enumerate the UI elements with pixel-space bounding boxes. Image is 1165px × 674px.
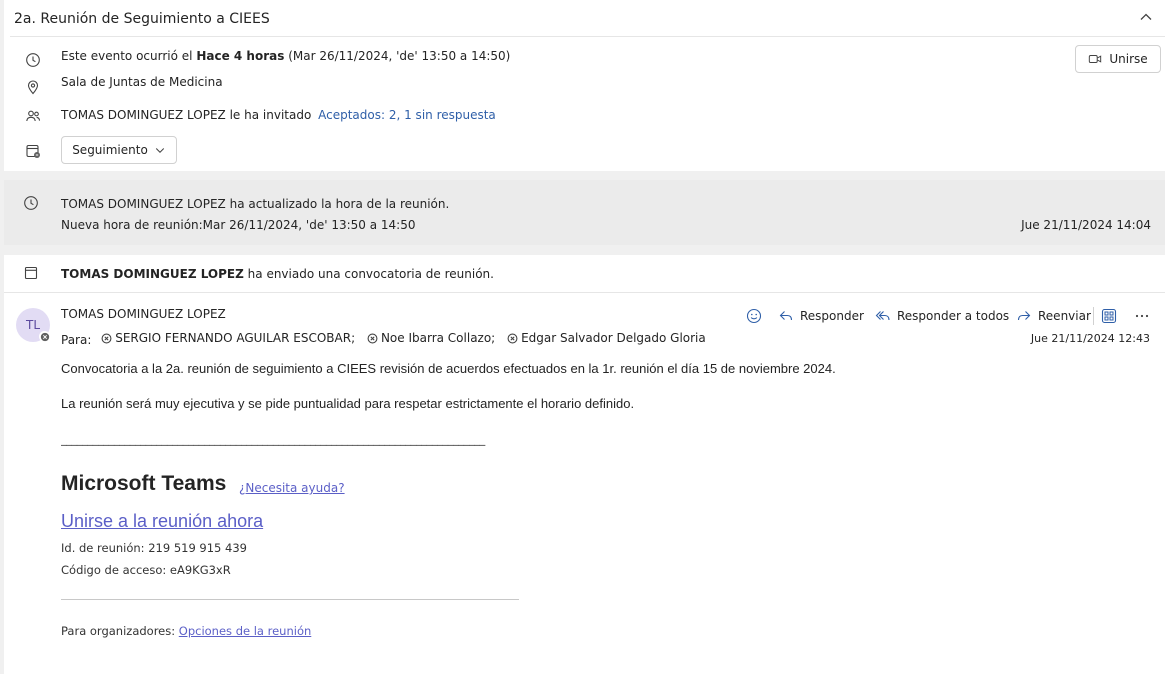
event-card: 2a. Reunión de Seguimiento a CIEES Este … bbox=[4, 0, 1165, 171]
update-new-time: Nueva hora de reunión:Mar 26/11/2024, 'd… bbox=[61, 218, 416, 232]
help-link[interactable]: ¿Necesita ayuda? bbox=[239, 480, 345, 496]
forward-icon bbox=[1017, 311, 1031, 321]
occurred-when: Hace 4 horas bbox=[196, 49, 285, 63]
reply-icon bbox=[779, 311, 793, 321]
to-label: Para: bbox=[61, 332, 92, 347]
forward-label: Reenviar bbox=[1038, 309, 1091, 323]
recipients-line: Para: SERGIO FERNANDO AGUILAR ESCOBAR; N… bbox=[61, 330, 706, 348]
event-attendees: TOMAS DOMINGUEZ LOPEZ le ha invitado Ace… bbox=[61, 107, 496, 123]
recipient[interactable]: Noe Ibarra Collazo; bbox=[367, 330, 495, 346]
divider bbox=[10, 36, 1165, 37]
presence-offline-icon bbox=[367, 333, 378, 343]
location-pin-icon bbox=[25, 79, 41, 95]
body-divider bbox=[61, 599, 519, 600]
invite-notice-text: TOMAS DOMINGUEZ LOPEZ ha enviado una con… bbox=[61, 266, 494, 282]
apps-button[interactable] bbox=[1101, 306, 1117, 326]
more-horizontal-icon bbox=[1135, 314, 1149, 318]
sender-name[interactable]: TOMAS DOMINGUEZ LOPEZ bbox=[61, 306, 226, 322]
calendar-icon bbox=[23, 265, 39, 281]
emoji-icon bbox=[746, 308, 762, 324]
meeting-id: Id. de reunión: 219 519 915 439 bbox=[61, 541, 247, 555]
event-location: Sala de Juntas de Medicina bbox=[61, 75, 223, 89]
more-options-button[interactable] bbox=[1134, 306, 1150, 326]
recipient-name: Noe Ibarra Collazo; bbox=[380, 331, 496, 345]
update-timestamp: Jue 21/11/2024 14:04 bbox=[1021, 218, 1151, 232]
divider bbox=[4, 292, 1165, 293]
forward-button[interactable]: Reenviar bbox=[1016, 306, 1091, 326]
recipient-name: SERGIO FERNANDO AGUILAR ESCOBAR; bbox=[115, 331, 356, 345]
recipient[interactable]: Edgar Salvador Delgado Gloria bbox=[507, 330, 706, 346]
meeting-options-link[interactable]: Opciones de la reunión bbox=[179, 624, 312, 638]
video-camera-icon bbox=[1088, 52, 1102, 66]
occurred-detail: (Mar 26/11/2024, 'de' 13:50 a 14:50) bbox=[288, 49, 511, 63]
recipient[interactable]: SERGIO FERNANDO AGUILAR ESCOBAR; bbox=[101, 330, 355, 346]
invited-text: le ha invitado bbox=[229, 108, 312, 122]
avatar-initials: TL bbox=[25, 318, 40, 332]
organizer-name: TOMAS DOMINGUEZ LOPEZ bbox=[61, 108, 226, 122]
presence-offline-icon bbox=[101, 333, 112, 343]
reply-all-button[interactable]: Responder a todos bbox=[875, 306, 1009, 326]
body-paragraph-2: La reunión será muy ejecutiva y se pide … bbox=[61, 396, 635, 411]
join-button-label: Unirse bbox=[1109, 52, 1148, 66]
chevron-up-icon[interactable] bbox=[1138, 9, 1154, 25]
organizers-label: Para organizadores: bbox=[61, 624, 176, 638]
message-timestamp: Jue 21/11/2024 12:43 bbox=[1030, 332, 1150, 345]
chevron-down-icon bbox=[154, 144, 166, 156]
invite-action: ha enviado una convocatoria de reunión. bbox=[247, 267, 494, 281]
update-notice-card: TOMAS DOMINGUEZ LOPEZ ha actualizado la … bbox=[4, 180, 1165, 245]
body-separator: ________________________________________… bbox=[61, 433, 486, 446]
invite-organizer: TOMAS DOMINGUEZ LOPEZ bbox=[61, 267, 244, 281]
people-icon bbox=[25, 108, 41, 124]
reply-all-label: Responder a todos bbox=[897, 309, 1010, 323]
emoji-reaction-button[interactable] bbox=[746, 306, 762, 326]
join-button[interactable]: Unirse bbox=[1075, 45, 1161, 73]
clock-icon bbox=[25, 52, 41, 68]
join-meeting-link[interactable]: Unirse a la reunión ahora bbox=[61, 509, 263, 533]
apps-grid-icon bbox=[1101, 308, 1117, 324]
calendar-status-icon bbox=[25, 143, 41, 159]
event-occurred: Este evento ocurrió el Hace 4 horas (Mar… bbox=[61, 48, 510, 64]
meeting-passcode: Código de acceso: eA9KG3xR bbox=[61, 563, 231, 577]
clock-icon bbox=[23, 195, 39, 211]
status-dropdown[interactable]: Seguimiento bbox=[61, 136, 177, 164]
organizers-line: Para organizadores: Opciones de la reuni… bbox=[61, 623, 311, 639]
update-notice-text: TOMAS DOMINGUEZ LOPEZ ha actualizado la … bbox=[61, 196, 449, 212]
update-organizer: TOMAS DOMINGUEZ LOPEZ bbox=[61, 197, 226, 211]
body-paragraph-1: Convocatoria a la 2a. reunión de seguimi… bbox=[61, 361, 836, 376]
reply-all-icon bbox=[875, 311, 890, 321]
update-action: ha actualizado la hora de la reunión. bbox=[229, 197, 450, 211]
presence-offline-icon bbox=[507, 333, 518, 343]
action-divider bbox=[1093, 307, 1094, 325]
reply-button[interactable]: Responder bbox=[778, 306, 864, 326]
status-dropdown-label: Seguimiento bbox=[72, 143, 148, 157]
responses-link[interactable]: Aceptados: 2, 1 sin respuesta bbox=[318, 108, 496, 122]
teams-title: Microsoft Teams bbox=[61, 472, 227, 495]
event-title: 2a. Reunión de Seguimiento a CIEES bbox=[14, 11, 270, 27]
presence-offline-icon bbox=[39, 331, 50, 342]
recipient-name: Edgar Salvador Delgado Gloria bbox=[521, 331, 706, 345]
occurred-prefix: Este evento ocurrió el bbox=[61, 49, 193, 63]
reply-label: Responder bbox=[800, 309, 864, 323]
